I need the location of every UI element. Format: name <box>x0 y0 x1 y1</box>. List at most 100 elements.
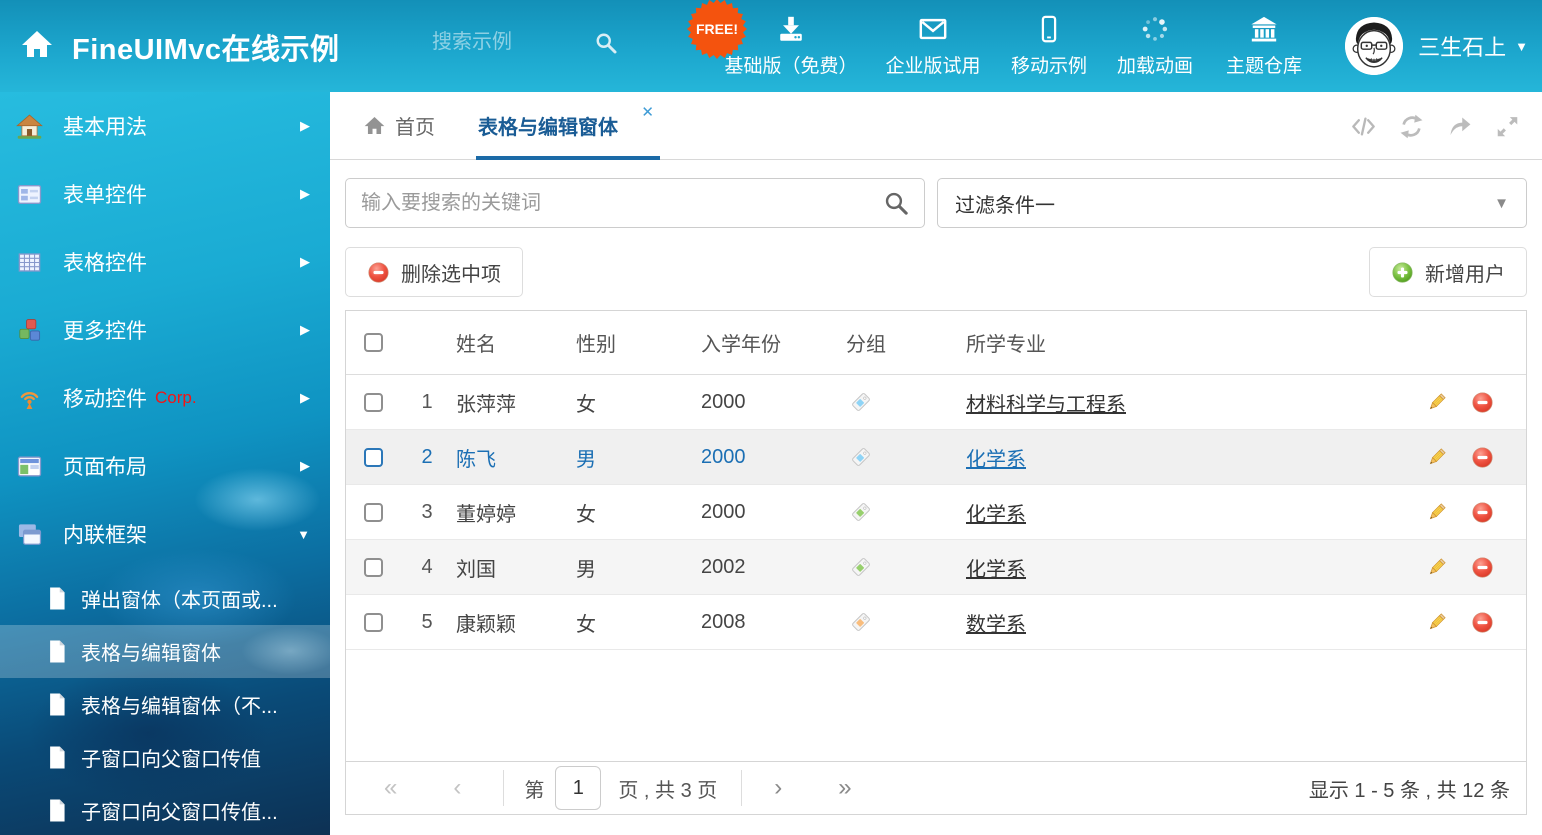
header-nav-label: 主题仓库 <box>1226 51 1302 78</box>
code-icon[interactable] <box>1351 114 1376 139</box>
edit-icon[interactable] <box>1425 446 1448 469</box>
header-nav-item[interactable]: 主题仓库 <box>1212 0 1316 92</box>
delete-selected-button[interactable]: 删除选中项 <box>345 247 523 297</box>
header-nav-item[interactable]: 移动示例 <box>1000 0 1098 92</box>
layout-icon <box>16 453 43 480</box>
sidebar-item-label: 更多控件 <box>63 315 147 345</box>
avatar[interactable] <box>1345 17 1403 75</box>
delete-icon[interactable] <box>1471 501 1494 524</box>
keyword-search-input[interactable] <box>346 191 883 216</box>
sidebar-item-label: 基本用法 <box>63 111 147 141</box>
sidebar-item[interactable]: 页面布局 ▶ <box>0 432 330 500</box>
spinner-icon <box>1140 14 1170 44</box>
table-row[interactable]: 2 陈飞 男 2000 化学系 <box>346 430 1526 485</box>
first-page-button[interactable]: « <box>384 776 397 800</box>
row-year: 2008 <box>696 611 841 634</box>
row-checkbox[interactable] <box>364 558 383 577</box>
close-icon[interactable]: ✕ <box>641 103 654 121</box>
main-content: 首页 表格与编辑窗体 ✕ 过滤条件一 ▼ <box>330 92 1542 835</box>
table-row[interactable]: 5 康颖颖 女 2008 数学系 <box>346 595 1526 650</box>
frames-icon <box>16 521 43 548</box>
antenna-icon <box>16 385 43 412</box>
table-row[interactable]: 1 张萍萍 女 2000 材料科学与工程系 <box>346 375 1526 430</box>
prev-page-button[interactable]: ‹ <box>453 776 461 800</box>
sidebar-item[interactable]: 内联框架 ▼ <box>0 500 330 568</box>
sidebar-item[interactable]: 更多控件 ▶ <box>0 296 330 364</box>
sidebar: 基本用法 ▶ 表单控件 ▶ 表格控件 ▶ 更多控件 ▶ 移动控件 Corp. ▶… <box>0 92 330 835</box>
row-number: 1 <box>401 391 453 414</box>
select-all-checkbox[interactable] <box>364 333 383 352</box>
envelope-icon <box>918 14 948 44</box>
sidebar-item[interactable]: 移动控件 Corp. ▶ <box>0 364 330 432</box>
major-link[interactable]: 化学系 <box>966 559 1026 581</box>
filter-dropdown[interactable]: 过滤条件一 ▼ <box>937 178 1527 228</box>
delete-icon[interactable] <box>1471 446 1494 469</box>
form-icon <box>16 181 43 208</box>
column-header-year[interactable]: 入学年份 <box>696 328 841 357</box>
home-logo-icon[interactable] <box>20 28 54 60</box>
header-nav-item[interactable]: 企业版试用 <box>866 0 1000 92</box>
row-checkbox[interactable] <box>364 393 383 412</box>
row-gender: 女 <box>571 498 696 527</box>
expand-icon[interactable] <box>1495 114 1520 139</box>
tab-actions <box>1351 92 1520 160</box>
tab-label: 首页 <box>395 111 435 140</box>
app-window: FineUIMvc在线示例 FREE! 基础版（免费） 企业版试用 移动示例 加… <box>0 0 1542 835</box>
sidebar-subitem[interactable]: 表格与编辑窗体（不... <box>0 678 330 731</box>
header-search-input[interactable] <box>430 30 580 55</box>
table-row[interactable]: 3 董婷婷 女 2000 化学系 <box>346 485 1526 540</box>
home-color-icon <box>16 113 43 140</box>
row-name: 张萍萍 <box>453 388 571 417</box>
edit-icon[interactable] <box>1425 556 1448 579</box>
sidebar-subitem[interactable]: 子窗口向父窗口传值... <box>0 784 330 835</box>
next-page-button[interactable]: › <box>774 776 782 800</box>
table-icon <box>16 249 43 276</box>
sidebar-subitem[interactable]: 弹出窗体（本页面或... <box>0 572 330 625</box>
column-header-group[interactable]: 分组 <box>841 328 961 357</box>
sidebar-item[interactable]: 基本用法 ▶ <box>0 92 330 160</box>
column-header-gender[interactable]: 性别 <box>571 328 696 357</box>
edit-icon[interactable] <box>1425 391 1448 414</box>
page-icon <box>46 798 68 823</box>
delete-icon[interactable] <box>1471 611 1494 634</box>
chevron-down-icon: ▼ <box>1515 39 1528 54</box>
share-icon[interactable] <box>1447 114 1472 139</box>
delete-icon[interactable] <box>1471 391 1494 414</box>
major-link[interactable]: 化学系 <box>966 449 1026 471</box>
refresh-icon[interactable] <box>1399 114 1424 139</box>
sidebar-item[interactable]: 表单控件 ▶ <box>0 160 330 228</box>
sidebar-subitem[interactable]: 子窗口向父窗口传值 <box>0 731 330 784</box>
delete-icon[interactable] <box>1471 556 1494 579</box>
tab-grid-edit-window[interactable]: 表格与编辑窗体 ✕ <box>478 92 618 159</box>
major-link[interactable]: 数学系 <box>966 614 1026 636</box>
table-row[interactable]: 4 刘国 男 2002 化学系 <box>346 540 1526 595</box>
user-menu[interactable]: 三生石上 ▼ <box>1345 0 1528 92</box>
chevron-icon: ▶ <box>300 118 310 134</box>
major-link[interactable]: 化学系 <box>966 504 1026 526</box>
row-checkbox[interactable] <box>364 503 383 522</box>
row-year: 2000 <box>696 446 841 469</box>
search-icon[interactable] <box>883 190 909 216</box>
tab-home[interactable]: 首页 <box>363 92 435 159</box>
major-link[interactable]: 材料科学与工程系 <box>966 394 1126 416</box>
row-number: 2 <box>401 446 453 469</box>
row-checkbox[interactable] <box>364 613 383 632</box>
sidebar-subitem[interactable]: 表格与编辑窗体 <box>0 625 330 678</box>
page-input[interactable] <box>555 766 601 810</box>
sidebar-subitem-label: 子窗口向父窗口传值 <box>81 743 261 772</box>
sidebar-item[interactable]: 表格控件 ▶ <box>0 228 330 296</box>
sidebar-item-label: 页面布局 <box>63 451 147 481</box>
minus-circle-icon <box>367 261 390 284</box>
row-gender: 女 <box>571 388 696 417</box>
column-header-major[interactable]: 所学专业 <box>961 328 1411 357</box>
edit-icon[interactable] <box>1425 611 1448 634</box>
row-checkbox[interactable] <box>364 448 383 467</box>
header-nav-item[interactable]: 加载动画 <box>1098 0 1212 92</box>
row-name: 康颖颖 <box>453 608 571 637</box>
search-icon[interactable] <box>594 31 618 55</box>
last-page-button[interactable]: » <box>838 776 851 800</box>
edit-icon[interactable] <box>1425 501 1448 524</box>
add-user-button[interactable]: 新增用户 <box>1369 247 1527 297</box>
chevron-icon: ▶ <box>300 322 310 338</box>
column-header-name[interactable]: 姓名 <box>453 328 571 357</box>
